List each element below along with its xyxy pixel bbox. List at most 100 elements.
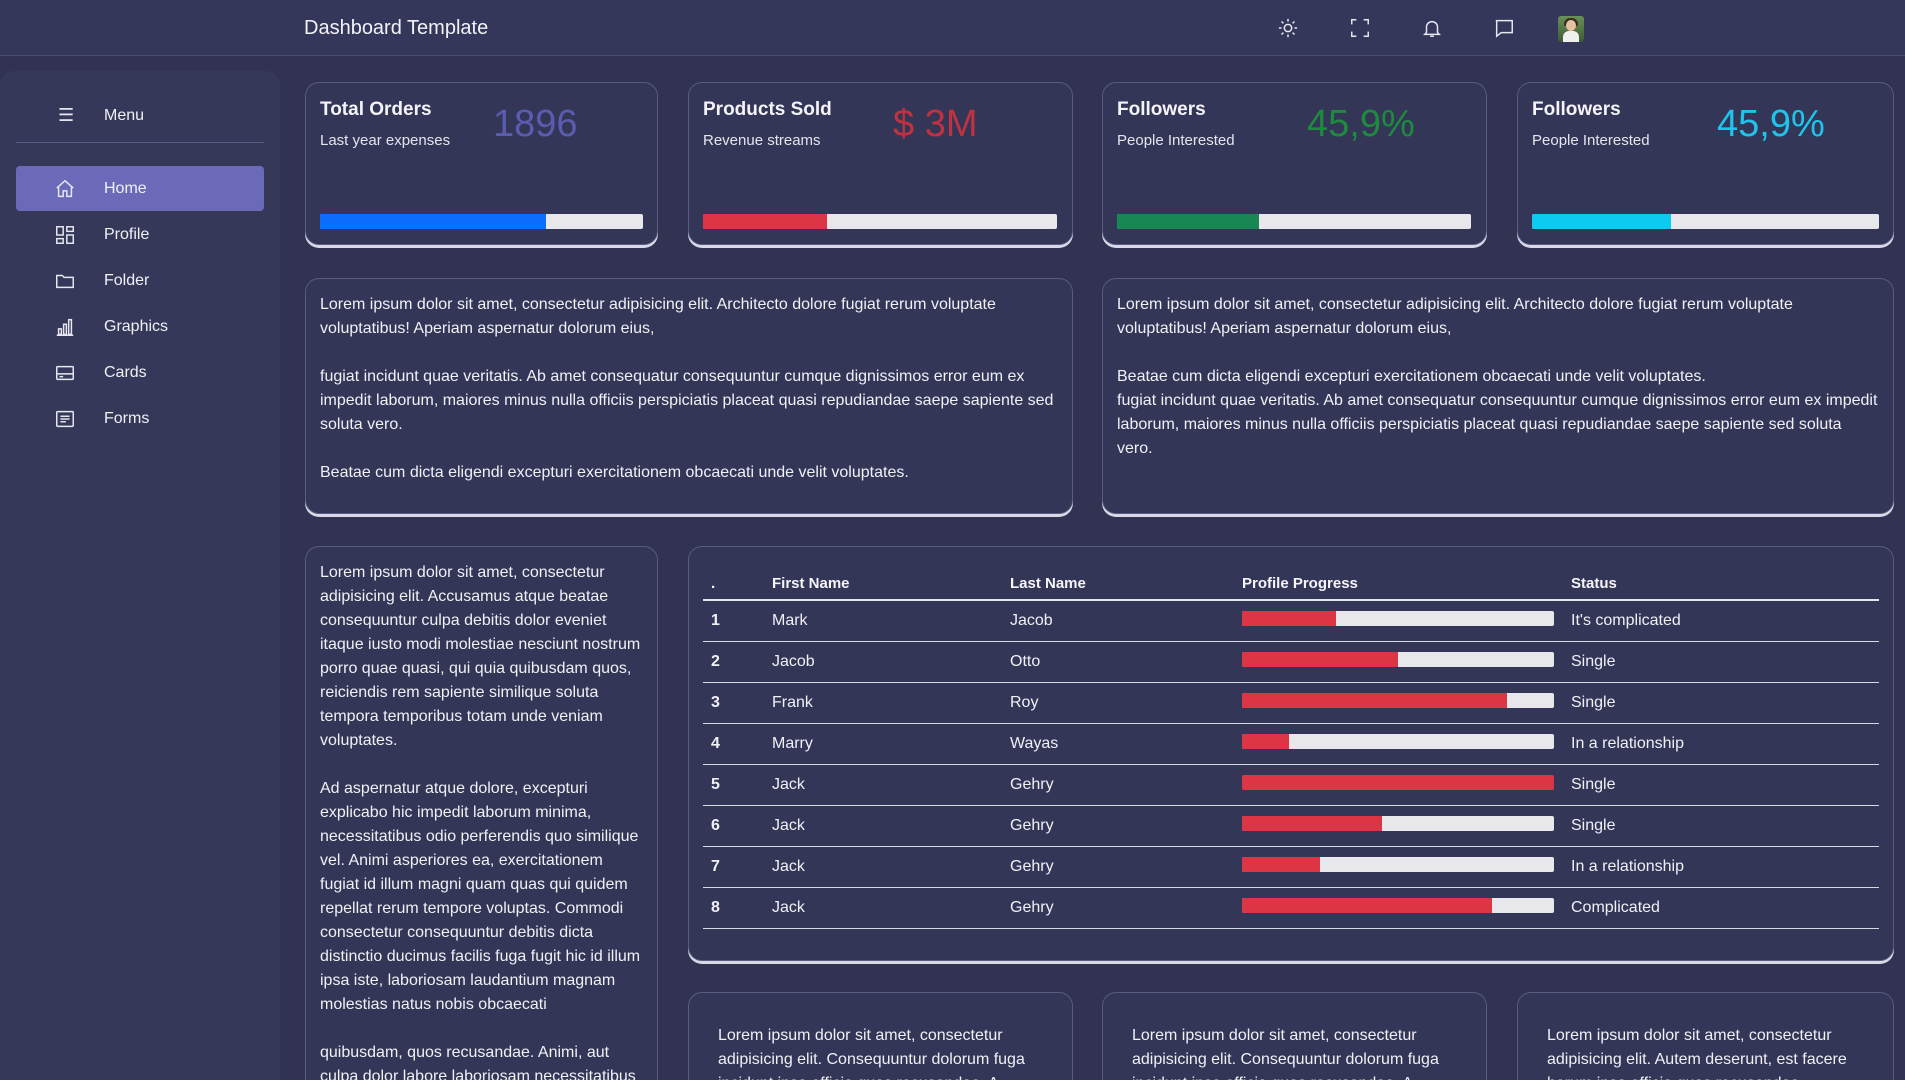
stat-title: Total Orders [320, 99, 432, 120]
profile-progress-bar [1242, 693, 1554, 708]
profile-progress-cell [1242, 805, 1571, 847]
hamburger-icon[interactable]: ☰ [58, 105, 74, 126]
text-card-right: Lorem ipsum dolor sit amet, consectetur … [1102, 278, 1894, 514]
profile-progress-fill [1242, 693, 1508, 708]
home-icon [54, 178, 76, 200]
stat-value: $ 3M [893, 103, 978, 145]
status-cell: In a relationship [1571, 846, 1879, 888]
row-index: 1 [703, 600, 772, 642]
folder-icon [54, 270, 76, 292]
paragraph: Lorem ipsum dolor sit amet, consectetur … [320, 564, 641, 749]
menu-label: Menu [104, 107, 145, 124]
table-row[interactable]: 3 Frank Roy Single [703, 682, 1879, 724]
profile-progress-cell [1242, 723, 1571, 765]
profile-progress-bar [1242, 734, 1554, 749]
sidebar-item-folder[interactable]: Folder [16, 258, 264, 303]
column-header-status[interactable]: Status [1571, 559, 1879, 601]
status-cell: Complicated [1571, 887, 1879, 929]
last-name-cell: Roy [1010, 682, 1242, 724]
sidebar-item-graphics[interactable]: Graphics [16, 304, 264, 349]
stat-progress-bar [320, 214, 643, 229]
table-row[interactable]: 6 Jack Gehry Single [703, 805, 1879, 847]
profile-progress-fill [1242, 898, 1492, 913]
stat-progress-fill [703, 214, 827, 229]
table-row[interactable]: 1 Mark Jacob It's complicated [703, 600, 1879, 642]
avatar[interactable] [1558, 16, 1584, 42]
menu-toggle[interactable]: ☰ Menu [16, 91, 264, 143]
status-cell: In a relationship [1571, 723, 1879, 765]
first-name-cell: Marry [772, 723, 1010, 765]
profile-progress-fill [1242, 857, 1320, 872]
fullscreen-icon[interactable] [1347, 15, 1373, 41]
first-name-cell: Frank [772, 682, 1010, 724]
profile-progress-cell [1242, 682, 1571, 724]
row-index: 5 [703, 764, 772, 806]
first-name-cell: Jack [772, 805, 1010, 847]
row-index: 3 [703, 682, 772, 724]
table-row[interactable]: 8 Jack Gehry Complicated [703, 887, 1879, 929]
app-title: Dashboard Template [304, 17, 489, 39]
users-table-card: . First Name Last Name Profile Progress … [688, 546, 1894, 961]
profile-progress-cell [1242, 641, 1571, 683]
bell-icon[interactable] [1419, 15, 1445, 41]
row-index: 7 [703, 846, 772, 888]
table-row[interactable]: 2 Jacob Otto Single [703, 641, 1879, 683]
sidebar-item-profile[interactable]: Profile [16, 212, 264, 257]
stat-progress-bar [703, 214, 1057, 229]
first-name-cell: Jacob [772, 641, 1010, 683]
sidebar-item-cards[interactable]: Cards [16, 350, 264, 395]
column-header-profile-progress[interactable]: Profile Progress [1242, 559, 1571, 601]
stat-value: 45,9% [1307, 103, 1415, 145]
profile-progress-fill [1242, 652, 1398, 667]
sidebar-item-label: Forms [104, 410, 150, 427]
table-row[interactable]: 4 Marry Wayas In a relationship [703, 723, 1879, 765]
sidebar-item-forms[interactable]: Forms [16, 396, 264, 441]
bottom-card-text: Lorem ipsum dolor sit amet, consectetur … [718, 1027, 1025, 1080]
profile-progress-fill [1242, 775, 1554, 790]
last-name-cell: Gehry [1010, 805, 1242, 847]
sidebar-item-home[interactable]: Home [16, 166, 264, 211]
table-header-row: . First Name Last Name Profile Progress … [703, 559, 1879, 601]
table-row[interactable]: 7 Jack Gehry In a relationship [703, 846, 1879, 888]
profile-progress-bar [1242, 652, 1554, 667]
paragraph: Lorem ipsum dolor sit amet, consectetur … [320, 296, 996, 337]
last-name-cell: Gehry [1010, 764, 1242, 806]
stat-subtitle: Revenue streams [703, 132, 821, 149]
stat-subtitle: People Interested [1117, 132, 1235, 149]
first-name-cell: Mark [772, 600, 1010, 642]
table-row[interactable]: 5 Jack Gehry Single [703, 764, 1879, 806]
text-block: Lorem ipsum dolor sit amet, consectetur … [1117, 293, 1879, 461]
profile-progress-cell [1242, 846, 1571, 888]
bottom-card-text: Lorem ipsum dolor sit amet, consectetur … [1547, 1027, 1847, 1080]
status-cell: Single [1571, 682, 1879, 724]
text-block: Lorem ipsum dolor sit amet, consectetur … [320, 561, 643, 1080]
sidebar-item-label: Profile [104, 226, 150, 243]
paragraph: fugiat incidunt quae veritatis. Ab amet … [320, 368, 1054, 433]
status-cell: Single [1571, 641, 1879, 683]
last-name-cell: Otto [1010, 641, 1242, 683]
sun-icon[interactable] [1275, 15, 1301, 41]
stat-value: 45,9% [1717, 103, 1825, 145]
sidebar-item-label: Cards [104, 364, 147, 381]
first-name-cell: Jack [772, 887, 1010, 929]
profile-progress-bar [1242, 775, 1554, 790]
stat-value: 1896 [493, 103, 578, 145]
column-header-first-name[interactable]: First Name [772, 559, 1010, 601]
chat-icon[interactable] [1491, 15, 1517, 41]
form-icon [54, 408, 76, 430]
sidebar: ☰ Menu Home Profile Folder Graphics Card… [0, 71, 280, 1080]
profile-progress-cell [1242, 600, 1571, 642]
stat-progress-fill [1117, 214, 1259, 229]
users-table: . First Name Last Name Profile Progress … [703, 559, 1879, 929]
bottom-card-2: Lorem ipsum dolor sit amet, consectetur … [1102, 992, 1487, 1080]
stat-subtitle: Last year expenses [320, 132, 451, 149]
status-cell: Single [1571, 764, 1879, 806]
column-header-index[interactable]: . [703, 559, 772, 601]
last-name-cell: Gehry [1010, 887, 1242, 929]
stat-progress-fill [1532, 214, 1671, 229]
status-cell: It's complicated [1571, 600, 1879, 642]
stat-title: Followers [1532, 99, 1621, 120]
stat-title: Products Sold [703, 99, 832, 120]
profile-progress-cell [1242, 887, 1571, 929]
column-header-last-name[interactable]: Last Name [1010, 559, 1242, 601]
